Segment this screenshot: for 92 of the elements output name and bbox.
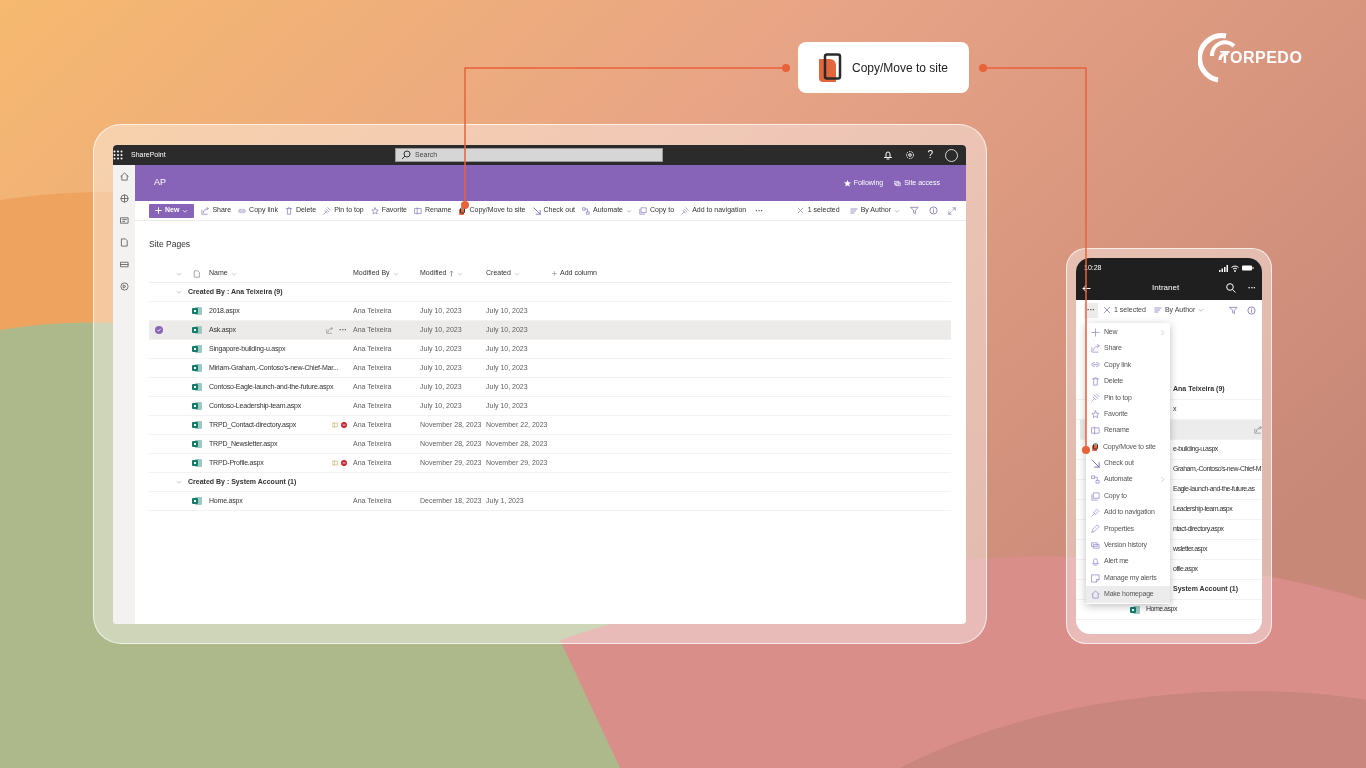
group-icon bbox=[849, 206, 858, 215]
rename-icon bbox=[414, 206, 422, 215]
note-icon bbox=[1091, 573, 1100, 583]
more-button[interactable]: ··· bbox=[753, 204, 766, 217]
share-icon[interactable] bbox=[1254, 425, 1262, 434]
expand-icon[interactable] bbox=[948, 206, 956, 215]
arrow-icon bbox=[532, 206, 541, 215]
page-icon bbox=[191, 325, 202, 335]
search-icon bbox=[401, 150, 411, 160]
pin-icon bbox=[323, 206, 332, 215]
document-icon bbox=[192, 269, 201, 278]
flow-icon bbox=[1091, 475, 1100, 485]
more-button[interactable]: ··· bbox=[1248, 282, 1256, 294]
bell-icon[interactable] bbox=[883, 150, 894, 160]
page-icon bbox=[191, 363, 202, 373]
flow-icon bbox=[582, 206, 591, 215]
chevron-icon bbox=[1198, 307, 1205, 313]
close-icon bbox=[796, 207, 804, 214]
page-icon bbox=[191, 401, 202, 411]
trash-icon bbox=[1091, 376, 1100, 386]
share-icon bbox=[1091, 344, 1100, 354]
link-icon bbox=[1091, 360, 1100, 370]
link-icon bbox=[238, 206, 247, 215]
logo-text: TORPEDO bbox=[1220, 48, 1303, 68]
version-icon bbox=[894, 179, 902, 187]
library-title: Site Pages bbox=[149, 238, 192, 250]
play-icon[interactable] bbox=[119, 282, 129, 291]
chevron-icon bbox=[513, 270, 520, 277]
rename-icon bbox=[1091, 426, 1100, 436]
wifi-icon bbox=[1231, 264, 1239, 272]
page-title: Intranet bbox=[1152, 282, 1180, 294]
chevron-icon bbox=[894, 207, 900, 214]
star-icon bbox=[843, 179, 851, 187]
page-icon bbox=[191, 496, 202, 506]
battery-icon bbox=[1242, 265, 1254, 271]
help-icon[interactable]: ? bbox=[927, 150, 933, 160]
page-icon bbox=[191, 420, 202, 430]
document-icon[interactable] bbox=[119, 238, 129, 247]
pin-icon bbox=[1091, 393, 1100, 403]
chevron-icon[interactable] bbox=[175, 479, 182, 485]
plus-icon bbox=[552, 271, 557, 276]
home-icon bbox=[1091, 589, 1100, 599]
search-icon bbox=[1226, 283, 1236, 293]
home-icon[interactable] bbox=[119, 172, 129, 181]
version-icon bbox=[1091, 540, 1100, 550]
globe-icon[interactable] bbox=[119, 194, 129, 203]
blocked-icon bbox=[341, 460, 347, 466]
filter-icon[interactable] bbox=[910, 206, 919, 215]
info-icon[interactable] bbox=[1247, 305, 1256, 315]
avatar-icon bbox=[945, 148, 958, 162]
back-icon bbox=[1082, 283, 1091, 293]
chevron-icon bbox=[392, 270, 399, 277]
chevron-icon[interactable] bbox=[175, 270, 182, 277]
site-title: AP bbox=[154, 176, 166, 190]
copy-icon bbox=[1091, 491, 1100, 501]
filter-icon[interactable] bbox=[1229, 305, 1238, 315]
page-icon bbox=[1130, 604, 1140, 615]
copy-icon bbox=[639, 206, 647, 215]
chevron-icon bbox=[457, 270, 464, 277]
gear-icon bbox=[905, 150, 916, 160]
copy-move-icon bbox=[1091, 442, 1099, 451]
list-icon[interactable] bbox=[119, 260, 129, 269]
share-icon[interactable] bbox=[326, 326, 333, 334]
plus-icon bbox=[1091, 327, 1100, 337]
blocked-icon bbox=[341, 422, 347, 428]
star-icon bbox=[1091, 409, 1100, 419]
page-icon bbox=[191, 382, 202, 392]
check-circle-icon bbox=[155, 326, 163, 334]
news-icon[interactable] bbox=[119, 216, 129, 225]
close-icon bbox=[1103, 306, 1111, 314]
callout-label: Copy/Move to site bbox=[852, 59, 949, 77]
share-icon bbox=[201, 206, 210, 215]
copy-move-icon bbox=[818, 52, 842, 83]
app-launcher-icon bbox=[113, 150, 123, 160]
page-icon bbox=[191, 344, 202, 354]
pin-icon bbox=[681, 206, 690, 215]
plus-icon bbox=[155, 207, 162, 214]
arrow-icon bbox=[1091, 458, 1100, 468]
pencil-icon bbox=[1091, 524, 1100, 534]
page-icon bbox=[191, 306, 202, 316]
chevron-icon[interactable] bbox=[175, 289, 182, 295]
star-icon bbox=[370, 206, 379, 215]
more-button[interactable]: ··· bbox=[339, 324, 347, 336]
group-icon bbox=[1153, 306, 1162, 314]
signal-icon bbox=[1219, 264, 1228, 272]
page-icon bbox=[191, 439, 202, 449]
pin-icon bbox=[1091, 508, 1100, 517]
bell-icon bbox=[1091, 557, 1100, 567]
trash-icon bbox=[284, 206, 293, 215]
info-icon[interactable] bbox=[929, 206, 938, 215]
page-icon bbox=[191, 458, 202, 468]
chevron-icon bbox=[230, 270, 237, 277]
